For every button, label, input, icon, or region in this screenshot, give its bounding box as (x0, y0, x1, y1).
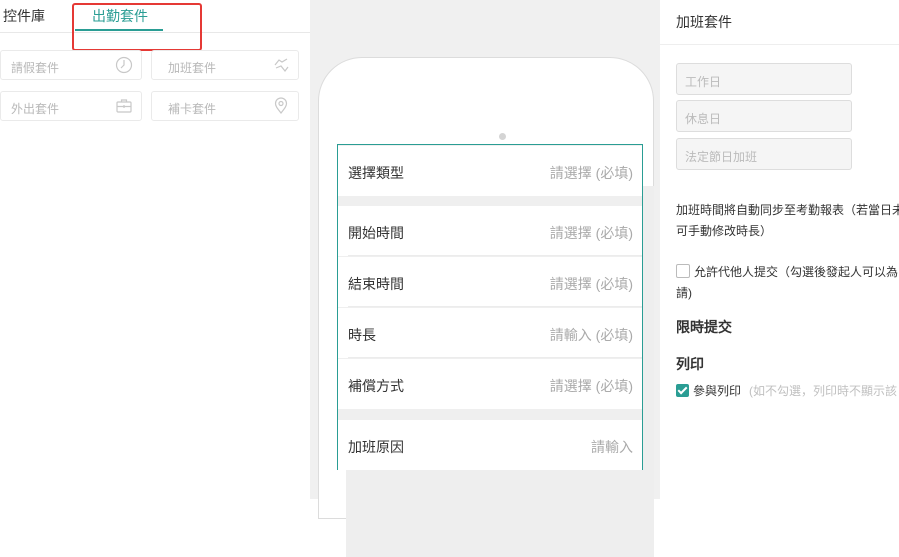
chip-label: 休息日 (685, 112, 722, 126)
kit-label: 請假套件 (11, 61, 60, 75)
chip-holiday: 法定節日加班 (676, 138, 852, 170)
field-placeholder: 請輸入 (必填) (549, 327, 633, 343)
card-supplement-kit-item[interactable]: 補卡套件 (151, 91, 299, 121)
field-placeholder: 請選擇 (必填) (549, 225, 633, 241)
note-line: 加班時間將自動同步至考勤報表（若當日未 (676, 203, 899, 217)
allow-proxy-checkbox[interactable] (676, 264, 690, 278)
chip-label: 工作日 (685, 75, 722, 89)
kit-label: 外出套件 (11, 102, 60, 116)
field-label: 時長 (348, 327, 376, 343)
field-placeholder: 請選擇 (必填) (549, 276, 633, 292)
print-hint: (如不勾選，列印時不顯示該 (749, 384, 898, 398)
location-pin-icon (274, 97, 288, 114)
print-label: 參與列印 (693, 384, 742, 398)
settings-header: 加班套件 (660, 0, 899, 45)
clock-icon (115, 56, 133, 74)
leave-kit-item[interactable]: 請假套件 (0, 50, 142, 80)
field-placeholder: 請選擇 (必填) (549, 165, 633, 181)
control-library-panel: 控件庫 出勤套件 請假套件 加班套件 外出套件 補卡套件 (0, 0, 310, 499)
form-row-duration[interactable]: 時長 請輸入 (必填) (338, 308, 642, 358)
field-placeholder: 請輸入 (591, 439, 633, 455)
overtime-form-preview[interactable]: 選擇類型 請選擇 (必填) 開始時間 請選擇 (必填) 結束時間 請選擇 (必填… (337, 144, 643, 470)
limit-submit-title: 限時提交 (676, 319, 732, 335)
phone-sensor (499, 133, 506, 140)
form-row-end-time[interactable]: 結束時間 請選擇 (必填) (338, 257, 642, 307)
kit-label: 補卡套件 (168, 102, 217, 116)
form-row-compensation[interactable]: 補償方式 請選擇 (必填) (338, 359, 642, 409)
field-label: 加班原因 (348, 439, 404, 455)
settings-panel: 加班套件 工作日 休息日 法定節日加班 加班時間將自動同步至考勤報表（若當日未 … (660, 0, 899, 499)
print-title: 列印 (676, 356, 704, 372)
sync-note: 加班時間將自動同步至考勤報表（若當日未 可手動修改時長） (676, 200, 899, 242)
field-placeholder: 請選擇 (必填) (549, 378, 633, 394)
note-line: 可手動修改時長） (676, 224, 773, 238)
print-option[interactable]: 參與列印 (如不勾選，列印時不顯示該 (676, 382, 899, 399)
allow-proxy-label: 允許代他人提交（勾選後發起人可以為 (694, 265, 899, 279)
highlight-box (72, 3, 202, 51)
allow-proxy-option[interactable]: 允許代他人提交（勾選後發起人可以為 請) (676, 262, 899, 304)
print-checkbox[interactable] (676, 384, 689, 397)
field-label: 開始時間 (348, 225, 404, 241)
briefcase-icon (116, 99, 132, 113)
allow-proxy-label-cont: 請) (676, 286, 692, 300)
field-label: 結束時間 (348, 276, 404, 292)
outing-kit-item[interactable]: 外出套件 (0, 91, 142, 121)
tab-control-library[interactable]: 控件庫 (3, 6, 45, 26)
kit-label: 加班套件 (168, 61, 217, 75)
field-label: 補償方式 (348, 378, 404, 394)
chip-restday: 休息日 (676, 100, 852, 132)
chip-label: 法定節日加班 (685, 150, 758, 164)
settings-title: 加班套件 (676, 14, 732, 30)
overtime-kit-item[interactable]: 加班套件 (151, 50, 299, 80)
form-row-type[interactable]: 選擇類型 請選擇 (必填) (338, 146, 642, 196)
hand-icon (274, 58, 289, 72)
form-row-reason[interactable]: 加班原因 請輸入 (338, 420, 642, 470)
field-label: 選擇類型 (348, 165, 404, 181)
form-row-start-time[interactable]: 開始時間 請選擇 (必填) (338, 206, 642, 256)
chip-workday: 工作日 (676, 63, 852, 95)
